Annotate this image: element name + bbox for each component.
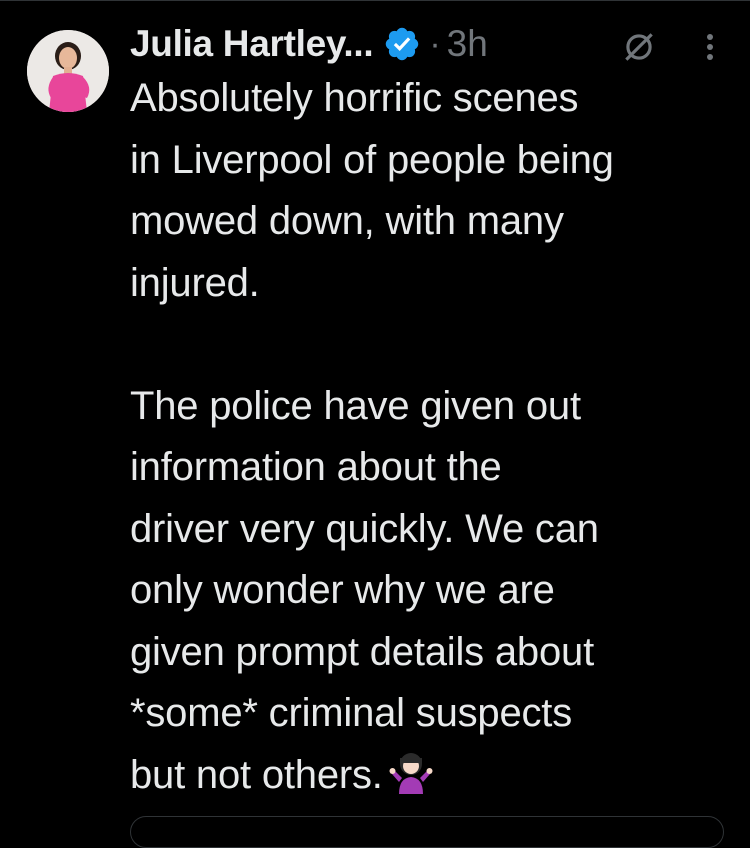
embedded-card-edge[interactable] (130, 816, 724, 848)
tweet-paragraph-2: The police have given out information ab… (130, 376, 740, 807)
grok-icon[interactable] (620, 28, 658, 66)
avatar[interactable] (27, 30, 109, 112)
verified-badge-icon (386, 27, 419, 61)
avatar-image (27, 30, 109, 112)
top-divider (0, 0, 750, 1)
tweet-paragraph-1: Absolutely horrific scenes in Liverpool … (130, 76, 614, 305)
separator-dot: · (429, 24, 441, 63)
tweet-paragraph-2-text: The police have given out information ab… (130, 383, 599, 797)
person-shrugging-emoji-icon (389, 752, 433, 794)
timestamp[interactable]: 3h (447, 23, 488, 65)
more-options-icon[interactable] (700, 28, 720, 66)
author-name[interactable]: Julia Hartley... (130, 23, 374, 65)
tweet-text: Absolutely horrific scenes in Liverpool … (130, 68, 740, 806)
